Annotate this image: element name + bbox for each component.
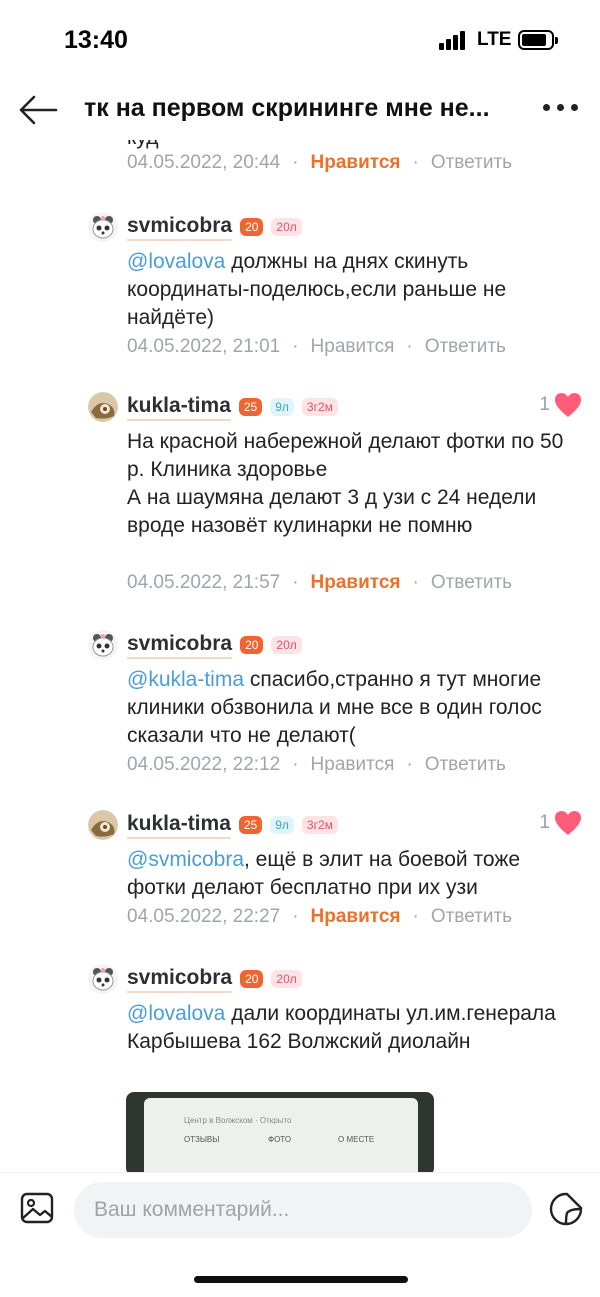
age-badge: 25	[238, 398, 263, 416]
reply-button[interactable]: Ответить	[431, 152, 512, 173]
reply-button[interactable]: Ответить	[431, 572, 512, 593]
photo-tab: О МЕСТЕ	[338, 1135, 375, 1144]
pregnancy-badge: 3г2м	[301, 398, 338, 416]
author-row: svmicobra 20 20л	[127, 964, 302, 994]
comment-date: 04.05.2022, 20:44	[127, 152, 281, 173]
photo-tab: ФОТО	[268, 1135, 292, 1144]
comment-input[interactable]	[74, 1182, 532, 1238]
author-row: svmicobra 20 20л	[127, 630, 302, 660]
avatar[interactable]	[88, 810, 118, 840]
heart-icon[interactable]	[554, 392, 582, 418]
comment-text: На красной набережной делают фотки по 50…	[127, 430, 564, 537]
reply-button[interactable]: Ответить	[425, 754, 506, 775]
mention-link[interactable]: @lovalova	[127, 250, 225, 273]
comment-meta: 04.05.2022, 20:44 · Нравится · Ответить	[127, 152, 513, 173]
comment-meta: 04.05.2022, 22:27 · Нравится · Ответить	[127, 906, 513, 927]
like-counter[interactable]: 1	[539, 810, 582, 836]
comment-text: @lovalova должны на днях скинуть координ…	[127, 250, 507, 329]
avatar[interactable]	[88, 392, 118, 422]
comment-date: 04.05.2022, 22:12	[127, 754, 281, 775]
photo-caption: Центр в Волжском · Открыто	[184, 1116, 292, 1125]
kid-badge: 9л	[270, 816, 294, 834]
comment-composer	[0, 1172, 600, 1250]
comment-date: 04.05.2022, 21:01	[127, 336, 281, 357]
comments-feed[interactable]: куд 04.05.2022, 20:44·Нравится·Ответить …	[0, 140, 600, 1172]
clipped-comment-text: куд	[127, 140, 158, 150]
photo-screen: Центр в Волжском · Открыто ОТЗЫВЫ ФОТО О…	[144, 1098, 418, 1172]
like-button[interactable]: Нравится	[311, 754, 395, 775]
status-time: 13:40	[64, 26, 128, 54]
avatar[interactable]	[88, 964, 118, 994]
age-badge: 20	[240, 970, 264, 988]
avatar[interactable]	[88, 212, 118, 242]
comment-text: @lovalova дали координаты ул.им.генерала…	[127, 1002, 556, 1053]
reply-button[interactable]: Ответить	[425, 336, 506, 357]
author-row: svmicobra 20 20л	[127, 212, 302, 242]
author-name[interactable]: svmicobra	[127, 966, 233, 993]
avatar[interactable]	[88, 630, 118, 660]
more-dots-icon[interactable]	[543, 104, 579, 116]
mention-link[interactable]: @kukla-tima	[127, 668, 244, 691]
kid-badge: 20л	[271, 970, 302, 988]
comment-text: @kukla-tima спасибо,странно я тут многие…	[127, 668, 542, 747]
sticker-icon[interactable]	[548, 1191, 584, 1227]
like-button[interactable]: Нравится	[311, 906, 401, 927]
like-button[interactable]: Нравится	[311, 336, 395, 357]
like-button[interactable]: Нравится	[311, 152, 401, 173]
like-count: 1	[539, 812, 550, 833]
like-counter[interactable]: 1	[539, 392, 582, 418]
topic-header: тк на первом скрининге мне не...	[0, 80, 600, 140]
author-row: kukla-tima 25 9л 3г2м	[127, 810, 338, 840]
author-name[interactable]: svmicobra	[127, 214, 233, 241]
kid-badge: 20л	[271, 636, 302, 654]
heart-icon[interactable]	[554, 810, 582, 836]
kid-badge: 20л	[271, 218, 302, 236]
comment-date: 04.05.2022, 22:27	[127, 906, 281, 927]
author-name[interactable]: kukla-tima	[127, 394, 231, 421]
comment-meta: 04.05.2022, 21:01 · Нравится · Ответить	[127, 336, 506, 357]
signal-icon	[439, 30, 469, 50]
age-badge: 20	[240, 218, 264, 236]
author-row: kukla-tima 25 9л 3г2м	[127, 392, 338, 422]
comment-date: 04.05.2022, 21:57	[127, 572, 281, 593]
network-label: LTE	[477, 29, 512, 50]
like-count: 1	[539, 394, 550, 415]
pregnancy-badge: 3г2м	[301, 816, 338, 834]
home-indicator	[194, 1276, 408, 1283]
attached-photo[interactable]: Центр в Волжском · Открыто ОТЗЫВЫ ФОТО О…	[126, 1092, 434, 1172]
back-arrow-icon[interactable]	[18, 94, 58, 126]
age-badge: 20	[240, 636, 264, 654]
comment-text: @svmicobra, ещё в элит на боевой тоже фо…	[127, 848, 521, 899]
comment-meta: 04.05.2022, 22:12 · Нравится · Ответить	[127, 754, 506, 775]
mention-link[interactable]: @svmicobra	[127, 848, 244, 871]
author-name[interactable]: svmicobra	[127, 632, 233, 659]
comment-meta: 04.05.2022, 21:57 · Нравится · Ответить	[127, 572, 513, 593]
reply-button[interactable]: Ответить	[431, 906, 512, 927]
author-name[interactable]: kukla-tima	[127, 812, 231, 839]
status-bar: 13:40 LTE	[0, 0, 600, 80]
age-badge: 25	[238, 816, 263, 834]
image-icon[interactable]	[20, 1191, 54, 1225]
battery-icon	[518, 30, 558, 50]
page-title: тк на первом скрининге мне не...	[84, 94, 490, 122]
kid-badge: 9л	[270, 398, 294, 416]
like-button[interactable]: Нравится	[311, 572, 401, 593]
mention-link[interactable]: @lovalova	[127, 1002, 225, 1025]
photo-tab: ОТЗЫВЫ	[184, 1135, 220, 1144]
